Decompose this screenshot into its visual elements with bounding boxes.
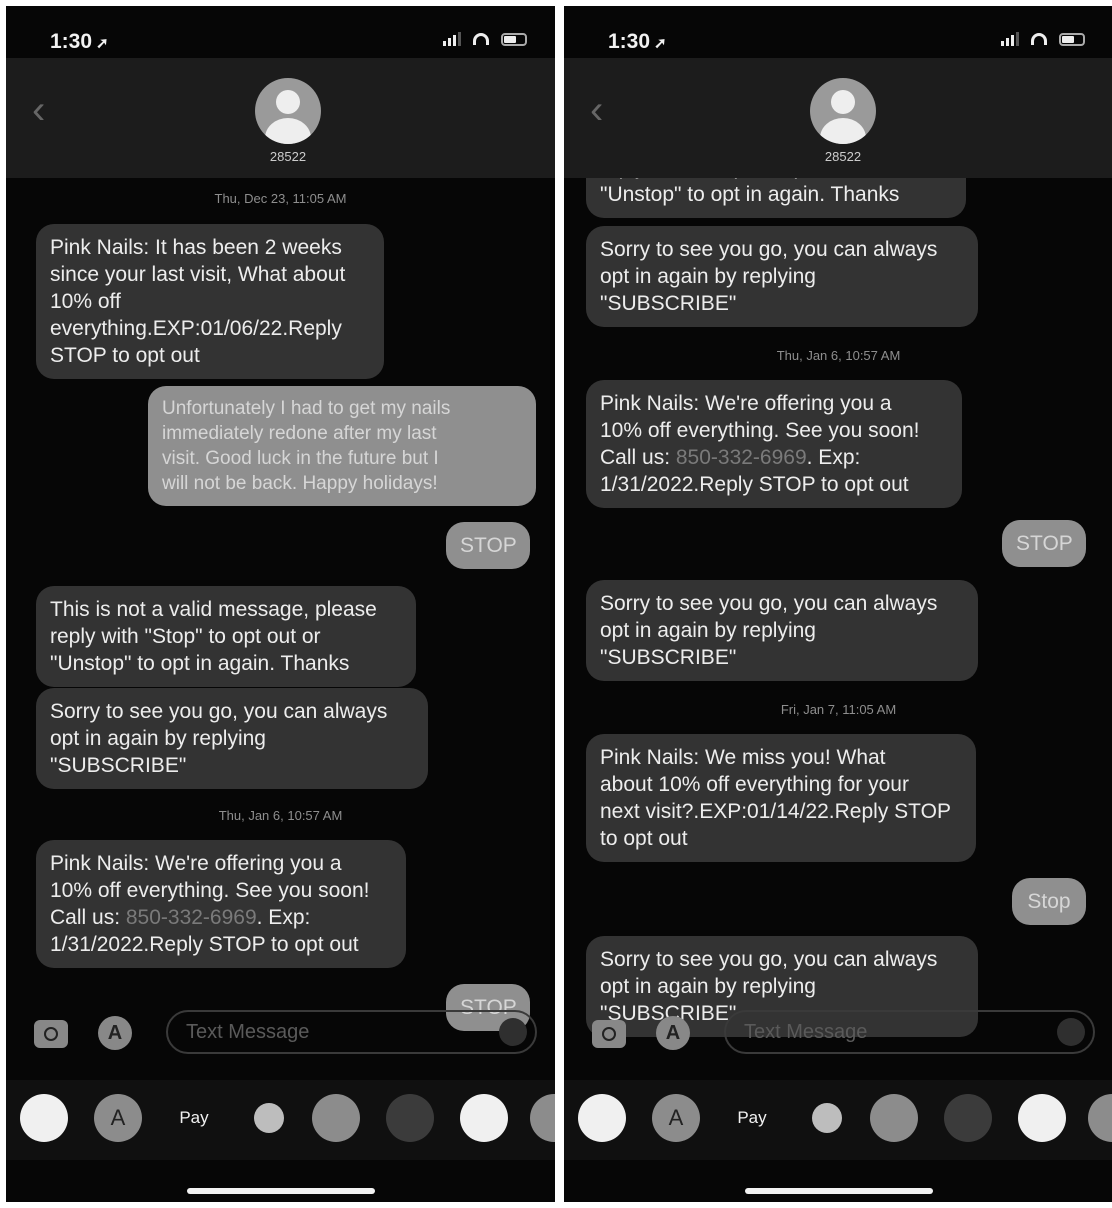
message-list[interactable]: Thu, Dec 23, 11:05 AM Pink Nails: It has… — [6, 178, 555, 1064]
right-screenshot: 1:30➚ ‹ 28522 reply with "Stop" to opt o… — [564, 6, 1112, 1202]
microphone-icon[interactable] — [1057, 1018, 1085, 1046]
microphone-icon[interactable] — [499, 1018, 527, 1046]
apple-pay-button[interactable]: Pay — [164, 1094, 224, 1142]
camera-icon[interactable] — [592, 1020, 626, 1048]
app-store-icon[interactable]: A — [94, 1094, 142, 1142]
outgoing-message[interactable]: Unfortunately I had to get my nails imme… — [148, 386, 536, 506]
compose-bar: A Text Message — [6, 1000, 555, 1064]
app-store-icon[interactable]: A — [656, 1016, 690, 1050]
incoming-message[interactable]: Sorry to see you go, you can always opt … — [586, 226, 978, 327]
activity-rings-icon[interactable] — [254, 1103, 284, 1133]
outgoing-message[interactable]: STOP — [446, 522, 530, 569]
message-input[interactable]: Text Message — [724, 1010, 1095, 1054]
image-search-icon[interactable] — [870, 1094, 918, 1142]
music-icon[interactable] — [1088, 1094, 1112, 1142]
left-screenshot: 1:30 ➚ ‹ 28522 Thu, Dec 23, 11:05 AM Pink… — [6, 6, 555, 1202]
conversation-header: ‹ 28522 — [564, 58, 1112, 178]
back-chevron-icon[interactable]: ‹ — [590, 90, 603, 130]
message-placeholder: Text Message — [744, 1021, 868, 1043]
app-store-icon[interactable]: A — [98, 1016, 132, 1050]
memoji-icon[interactable] — [460, 1094, 508, 1142]
incoming-message[interactable]: Pink Nails: We're offering you a 10% off… — [36, 840, 406, 968]
incoming-message[interactable]: reply with "Stop" to opt out or "Unstop"… — [586, 178, 966, 218]
apple-pay-button[interactable]: Pay — [722, 1094, 782, 1142]
photos-app-icon[interactable] — [578, 1094, 626, 1142]
signal-icon — [1001, 32, 1019, 46]
memoji-icon[interactable] — [386, 1094, 434, 1142]
contact-avatar[interactable] — [810, 78, 876, 144]
activity-rings-icon[interactable] — [812, 1103, 842, 1133]
home-indicator[interactable] — [186, 1188, 375, 1194]
status-icons — [443, 32, 527, 46]
status-bar: 1:30 ➚ — [6, 6, 555, 58]
incoming-message[interactable]: Pink Nails: It has been 2 weeks since yo… — [36, 224, 384, 379]
outgoing-message[interactable]: Stop — [1012, 878, 1086, 925]
signal-icon — [443, 32, 461, 46]
app-store-icon[interactable]: A — [652, 1094, 700, 1142]
incoming-message[interactable]: Pink Nails: We miss you! What about 10% … — [586, 734, 976, 862]
location-arrow-icon: ➚ — [654, 35, 667, 52]
battery-icon — [1059, 32, 1085, 46]
timestamp: Thu, Jan 6, 10:57 AM — [776, 348, 901, 363]
app-drawer: A Pay — [564, 1080, 1112, 1160]
status-time: 1:30 ➚ — [50, 30, 109, 53]
music-icon[interactable] — [530, 1094, 555, 1142]
timestamp: Thu, Dec 23, 11:05 AM — [214, 191, 347, 206]
contact-avatar[interactable] — [255, 78, 321, 144]
photos-app-icon[interactable] — [20, 1094, 68, 1142]
back-chevron-icon[interactable]: ‹ — [32, 90, 45, 130]
status-time: 1:30 ➚ — [608, 30, 667, 53]
incoming-message[interactable]: This is not a valid message, please repl… — [36, 586, 416, 687]
message-list[interactable]: reply with "Stop" to opt out or "Unstop"… — [564, 178, 1112, 1064]
camera-icon[interactable] — [34, 1020, 68, 1048]
conversation-header: ‹ 28522 — [6, 58, 555, 178]
phone-link[interactable]: 850-332-6969 — [126, 906, 257, 929]
app-drawer: A Pay — [6, 1080, 555, 1160]
compose-bar: A Text Message — [564, 1000, 1112, 1064]
image-search-icon[interactable] — [312, 1094, 360, 1142]
incoming-message[interactable]: Sorry to see you go, you can always opt … — [36, 688, 428, 789]
phone-link[interactable]: 850-332-6969 — [676, 446, 807, 469]
home-indicator[interactable] — [744, 1188, 933, 1194]
incoming-message[interactable]: Pink Nails: We're offering you a 10% off… — [586, 380, 962, 508]
timestamp: Fri, Jan 7, 11:05 AM — [780, 702, 897, 717]
contact-name[interactable]: 28522 — [248, 149, 328, 164]
incoming-message[interactable]: Sorry to see you go, you can always opt … — [586, 580, 978, 681]
message-placeholder: Text Message — [186, 1021, 310, 1043]
battery-icon — [501, 32, 527, 46]
status-icons — [1001, 32, 1085, 46]
contact-name[interactable]: 28522 — [803, 149, 883, 164]
location-arrow-icon: ➚ — [96, 35, 109, 52]
status-bar: 1:30 ➚ — [564, 6, 1112, 58]
memoji-icon[interactable] — [944, 1094, 992, 1142]
wifi-icon — [1031, 33, 1047, 45]
message-input[interactable]: Text Message — [166, 1010, 537, 1054]
outgoing-message[interactable]: STOP — [1002, 520, 1086, 567]
wifi-icon — [473, 33, 489, 45]
memoji-icon[interactable] — [1018, 1094, 1066, 1142]
timestamp: Thu, Jan 6, 10:57 AM — [218, 808, 343, 823]
